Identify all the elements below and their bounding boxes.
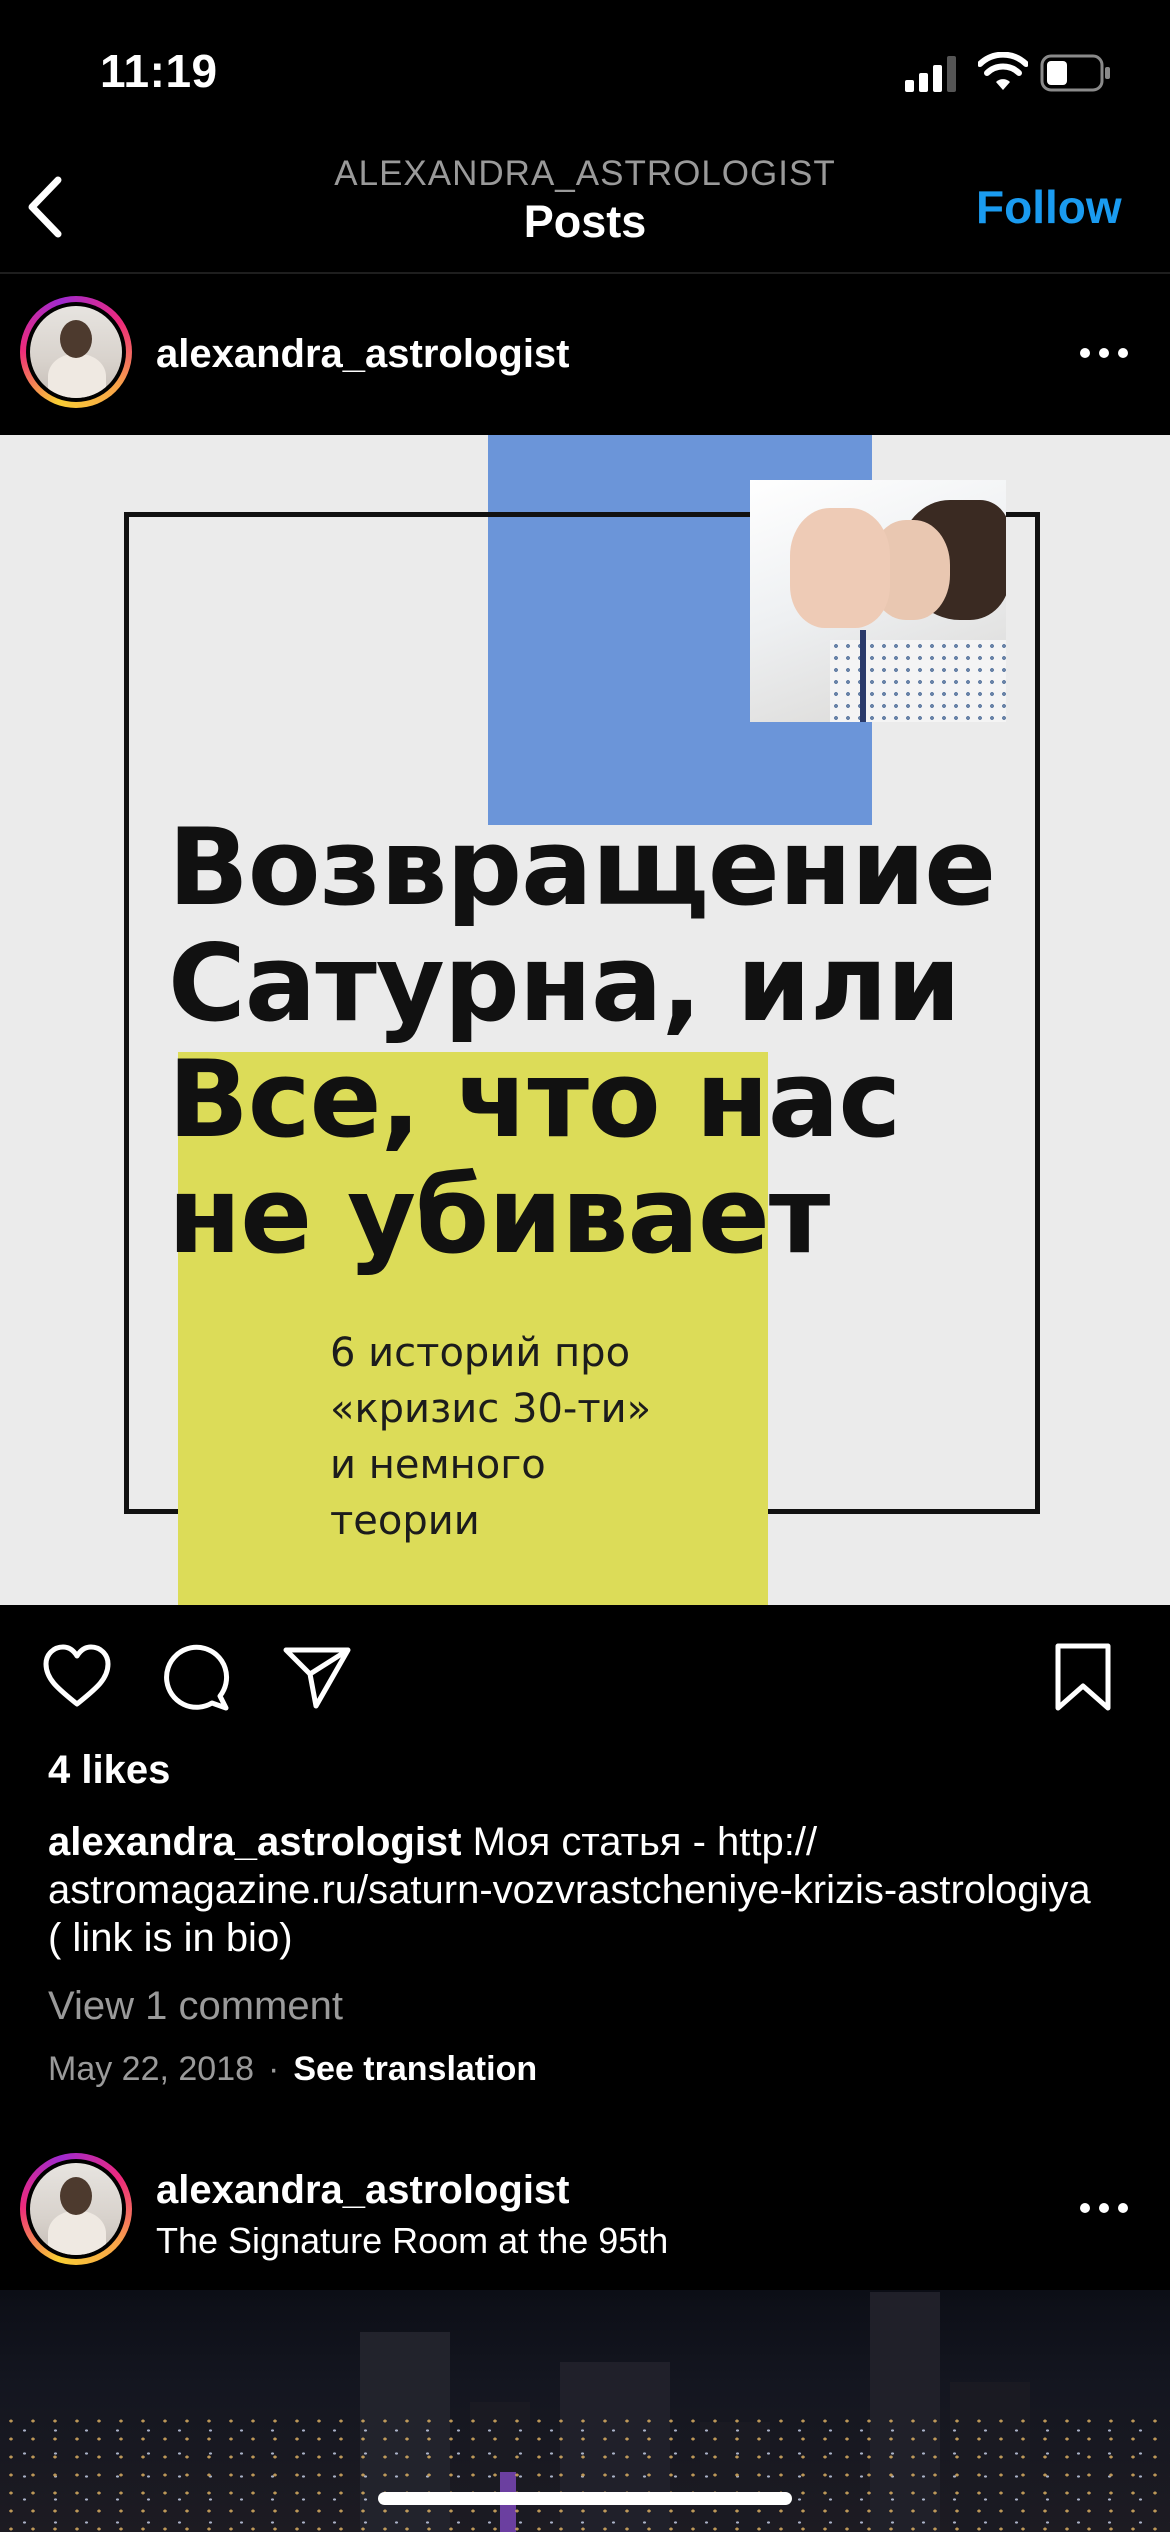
more-options-icon[interactable] xyxy=(1080,348,1128,362)
bookmark-icon[interactable] xyxy=(1046,1640,1120,1714)
avatar[interactable] xyxy=(20,296,132,408)
like-count[interactable]: 4 likes xyxy=(48,1748,170,1793)
follow-button[interactable]: Follow xyxy=(976,180,1122,234)
headline-line: Все, что нас xyxy=(168,1038,901,1161)
headline-line: Возвращение xyxy=(168,806,996,929)
post-location[interactable]: The Signature Room at the 95th xyxy=(156,2220,668,2262)
wifi-icon xyxy=(978,52,1028,90)
post-caption: alexandra_astrologist Моя статья - http:… xyxy=(48,1818,1108,1962)
woman-photo xyxy=(750,480,1006,722)
subtitle-line: «кризис 30-ти» xyxy=(330,1386,652,1432)
post-image[interactable]: Возвращение Сатурна, или Все, что нас не… xyxy=(0,435,1170,1605)
headline-line: Сатурна, или xyxy=(168,922,961,1045)
signal-icon xyxy=(905,56,956,92)
see-translation-link[interactable]: See translation xyxy=(293,2050,537,2088)
battery-icon xyxy=(1040,54,1110,92)
subtitle-line: теории xyxy=(330,1498,480,1544)
avatar[interactable] xyxy=(20,2153,132,2265)
comment-icon[interactable] xyxy=(160,1640,234,1714)
share-icon[interactable] xyxy=(280,1640,354,1714)
image-subtitle: 6 историй про «кризис 30-ти» и немного т… xyxy=(330,1325,651,1549)
view-comments-link[interactable]: View 1 comment xyxy=(48,1984,343,2029)
post-username[interactable]: alexandra_astrologist xyxy=(156,332,570,377)
caption-username[interactable]: alexandra_astrologist xyxy=(48,1820,462,1864)
headline-line: не убивает xyxy=(168,1154,830,1277)
subtitle-line: 6 историй про xyxy=(330,1330,631,1376)
post-username[interactable]: alexandra_astrologist xyxy=(156,2168,570,2213)
status-time: 11:19 xyxy=(100,45,218,97)
home-indicator xyxy=(378,2492,792,2505)
subtitle-line: и немного xyxy=(330,1442,546,1488)
heart-icon[interactable] xyxy=(40,1640,114,1714)
post-meta: May 22, 2018 · See translation xyxy=(48,2050,537,2089)
meta-separator: · xyxy=(268,2050,280,2088)
more-options-icon[interactable] xyxy=(1080,2203,1128,2217)
header-divider xyxy=(0,272,1170,274)
image-headline: Возвращение Сатурна, или Все, что нас не… xyxy=(168,810,1048,1274)
post-date: May 22, 2018 xyxy=(48,2050,255,2088)
